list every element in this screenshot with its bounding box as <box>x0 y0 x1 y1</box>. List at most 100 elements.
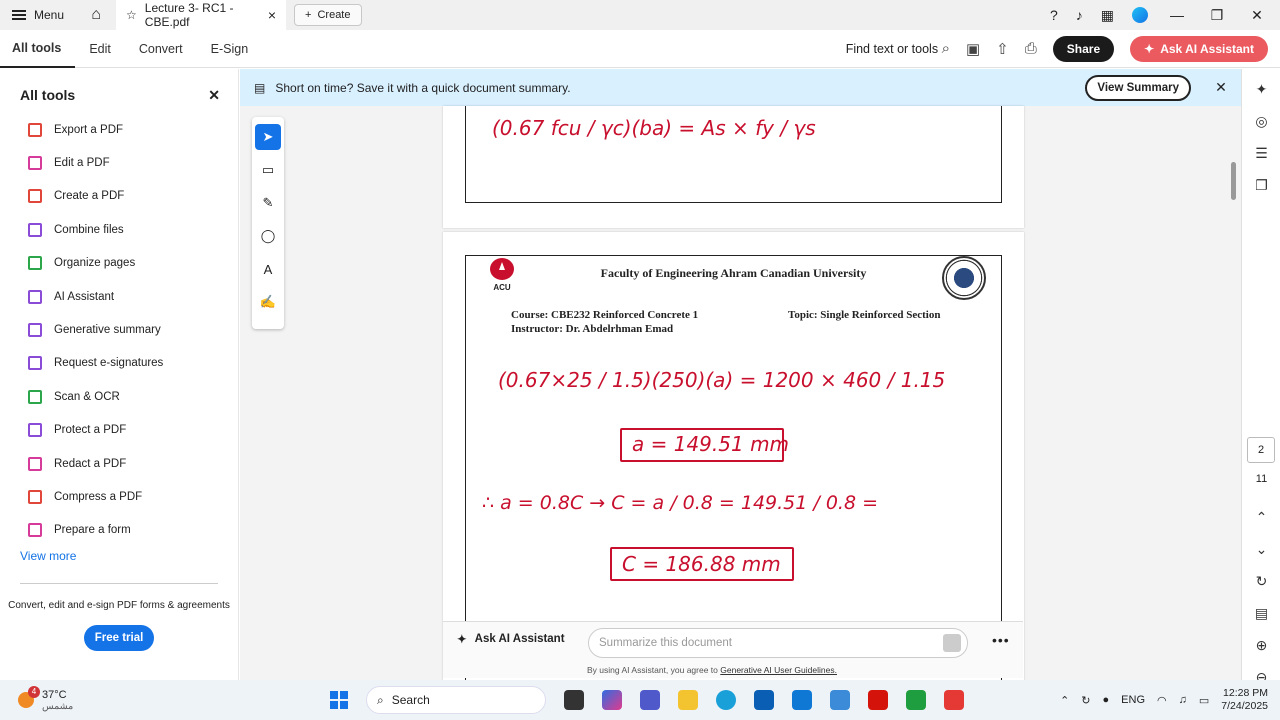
tool-label: Protect a PDF <box>54 424 127 437</box>
ai-guidelines-link[interactable]: Generative AI User Guidelines. <box>720 665 837 675</box>
document-viewer[interactable]: ▤ Short on time? Save it with a quick do… <box>240 69 1241 680</box>
menu-button[interactable]: Menu <box>0 0 76 30</box>
home-icon[interactable]: ⌂ <box>76 0 116 30</box>
fit-page-icon[interactable]: ▤ <box>1242 597 1280 629</box>
app-green-icon[interactable] <box>906 690 926 710</box>
start-icon[interactable] <box>330 691 348 709</box>
upload-icon[interactable]: ⇧ <box>996 40 1009 58</box>
tool-item-create-a-pdf[interactable]: Create a PDF <box>0 180 238 213</box>
close-banner-icon[interactable]: ✕ <box>1201 79 1241 96</box>
ai-sparkle-icon: ✦ <box>1144 41 1155 56</box>
edge-icon[interactable] <box>716 690 736 710</box>
document-tab[interactable]: ☆ Lecture 3- RC1 - CBE.pdf × <box>116 0 287 30</box>
minimize-icon[interactable]: — <box>1166 7 1188 23</box>
course-line: Course: CBE232 Reinforced Concrete 1 <box>511 309 699 321</box>
text-box-icon[interactable]: A <box>255 256 281 282</box>
ai-panel-icon[interactable]: ✦ <box>1242 73 1280 105</box>
tool-item-organize-pages[interactable]: Organize pages <box>0 247 238 280</box>
find-tools-button[interactable]: Find text or tools ⌕ <box>846 40 950 57</box>
task-view-icon[interactable] <box>564 690 584 710</box>
restore-icon[interactable]: ❐ <box>1206 7 1228 24</box>
tool-item-scan-ocr[interactable]: Scan & OCR <box>0 380 238 413</box>
app-red-icon[interactable] <box>944 690 964 710</box>
help-icon[interactable]: ? <box>1050 7 1058 23</box>
view-more-link[interactable]: View more <box>0 549 238 563</box>
close-tab-icon[interactable]: × <box>268 7 276 23</box>
apps-grid-icon[interactable]: ▦ <box>1101 7 1114 24</box>
pen-icon[interactable]: ✎ <box>255 190 281 216</box>
scroll-thumb[interactable] <box>1231 162 1236 200</box>
language-indicator[interactable]: ENG <box>1121 694 1145 706</box>
tab-convert[interactable]: Convert <box>125 30 197 68</box>
tool-item-protect-a-pdf[interactable]: Protect a PDF <box>0 414 238 447</box>
sign-icon[interactable]: ✍ <box>255 289 281 315</box>
teams-icon[interactable] <box>640 690 660 710</box>
print-icon[interactable]: ⎙ <box>1025 40 1037 57</box>
tool-item-edit-a-pdf[interactable]: Edit a PDF <box>0 146 238 179</box>
tool-item-prepare-a-form[interactable]: Prepare a form <box>0 514 238 547</box>
store-icon[interactable] <box>754 690 774 710</box>
battery-icon[interactable]: ▭ <box>1199 694 1209 707</box>
weather-condition: مشمس <box>42 700 74 712</box>
close-window-icon[interactable]: ✕ <box>1246 7 1268 24</box>
vertical-scrollbar[interactable] <box>1229 112 1239 678</box>
acrobat-icon[interactable] <box>868 690 888 710</box>
close-panel-icon[interactable]: ✕ <box>208 87 220 104</box>
handwritten-result-c: C = 186.88 mm <box>622 552 781 576</box>
volume-icon[interactable]: ♫ <box>1179 694 1187 706</box>
hamburger-icon <box>12 10 26 20</box>
page-number-input[interactable]: 2 <box>1247 437 1275 463</box>
tool-item-request-e-signatures[interactable]: Request e-signatures <box>0 347 238 380</box>
bookmarks-icon[interactable]: ☰ <box>1242 137 1280 169</box>
share-button[interactable]: Share <box>1052 35 1115 62</box>
tool-item-ai-assistant[interactable]: AI Assistant <box>0 280 238 313</box>
faculty-heading: Faculty of Engineering Ahram Canadian Un… <box>600 266 867 280</box>
browser-icon[interactable] <box>830 690 850 710</box>
topic-line: Topic: Single Reinforced Section <box>788 309 941 321</box>
tool-item-export-a-pdf[interactable]: Export a PDF <box>0 113 238 146</box>
free-trial-button[interactable]: Free trial <box>84 625 154 652</box>
search-icon: ⌕ <box>941 40 950 57</box>
tool-item-compress-a-pdf[interactable]: Compress a PDF <box>0 480 238 513</box>
next-page-icon[interactable]: ⌄ <box>1242 533 1280 565</box>
handwritten-result-a: a = 149.51 mm <box>632 432 790 456</box>
sun-icon: 4 <box>18 686 40 708</box>
tool-icon <box>28 289 42 304</box>
summary-icon: ▤ <box>254 80 266 95</box>
sync-icon[interactable]: ↻ <box>1081 694 1090 707</box>
send-icon[interactable] <box>943 634 961 652</box>
bell-icon[interactable]: ♪ <box>1076 7 1083 23</box>
clock[interactable]: 12:28 PM 7/24/2025 <box>1221 687 1268 713</box>
tab-all-tools[interactable]: All tools <box>0 30 76 68</box>
file-explorer-icon[interactable] <box>678 690 698 710</box>
wifi-icon[interactable]: ◠ <box>1157 694 1167 707</box>
tab-e-sign[interactable]: E-Sign <box>197 30 263 68</box>
create-button[interactable]: + Create <box>294 4 362 26</box>
more-options-icon[interactable]: ••• <box>992 632 1010 648</box>
microphone-icon[interactable]: ● <box>1103 694 1110 706</box>
star-icon[interactable]: ☆ <box>126 8 137 22</box>
tab-edit[interactable]: Edit <box>75 30 125 68</box>
tool-item-generative-summary[interactable]: Generative summary <box>0 313 238 346</box>
rotate-icon[interactable]: ↻ <box>1242 565 1280 597</box>
comments-icon[interactable]: ◎ <box>1242 105 1280 137</box>
taskbar-search[interactable]: ⌕ Search <box>366 686 546 714</box>
view-summary-button[interactable]: View Summary <box>1085 74 1191 101</box>
zoom-in-icon[interactable]: ⊕ <box>1242 629 1280 661</box>
copilot-icon[interactable] <box>602 690 622 710</box>
weather-widget[interactable]: 4 37°C مشمس <box>0 686 200 712</box>
save-icon[interactable]: ▣ <box>966 40 980 58</box>
select-arrow-icon[interactable]: ➤ <box>255 124 281 150</box>
chevron-up-icon[interactable]: ⌃ <box>1060 694 1069 707</box>
ask-ai-button[interactable]: ✦ Ask AI Assistant <box>1130 35 1268 62</box>
ai-prompt-input[interactable]: Summarize this document <box>588 628 968 658</box>
pages-icon[interactable]: ❐ <box>1242 169 1280 201</box>
tool-item-redact-a-pdf[interactable]: Redact a PDF <box>0 447 238 480</box>
lasso-icon[interactable]: ◯ <box>255 223 281 249</box>
previous-page-icon[interactable]: ⌃ <box>1242 501 1280 533</box>
tool-item-combine-files[interactable]: Combine files <box>0 213 238 246</box>
tool-label: Edit a PDF <box>54 157 110 170</box>
avatar[interactable] <box>1132 7 1148 23</box>
comment-icon[interactable]: ▭ <box>255 157 281 183</box>
mail-icon[interactable] <box>792 690 812 710</box>
